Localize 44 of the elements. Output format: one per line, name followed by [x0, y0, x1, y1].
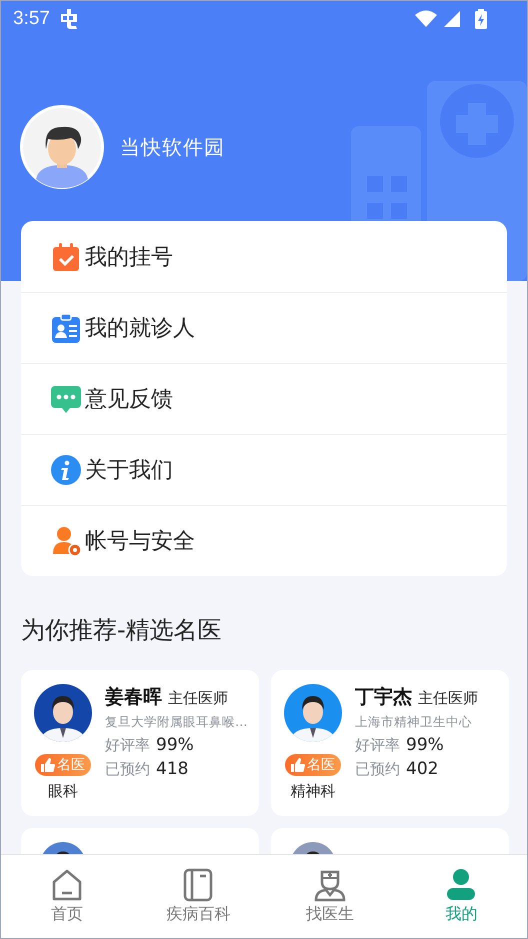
- tab-item[interactable]: 找医生: [264, 855, 396, 938]
- wifi-icon: [415, 10, 437, 28]
- booked-label: 已预约: [105, 760, 150, 779]
- chat-bubble-icon: [51, 384, 81, 414]
- doctor-card[interactable]: 名医 眼科 姜春晖 主任医师 复旦大学附属眼耳鼻喉… 好评率 99% 已预约 418: [21, 670, 259, 816]
- menu-item[interactable]: 我的挂号: [21, 221, 507, 292]
- department-label: 眼科: [48, 782, 78, 801]
- section-title: 为你推荐-精选名医: [21, 615, 223, 646]
- famous-doctor-badge: 名医: [35, 754, 91, 776]
- doctor-name: 丁宇杰: [355, 685, 412, 710]
- hospital-name: 复旦大学附属眼耳鼻喉…: [105, 714, 248, 731]
- rating-value: 99%: [406, 735, 444, 755]
- booked-label: 已预约: [355, 760, 400, 779]
- id-card-icon: [51, 313, 81, 343]
- book-icon: [181, 868, 216, 902]
- booked-count: 402: [406, 759, 438, 779]
- doctor-icon: [312, 868, 347, 902]
- booked-count: 418: [156, 759, 188, 779]
- status-time: 3:57: [13, 8, 50, 30]
- tab-item[interactable]: 疾病百科: [132, 855, 264, 938]
- rating-label: 好评率: [355, 736, 400, 755]
- user-name: 当快软件园: [120, 134, 225, 160]
- rating-value: 99%: [156, 735, 194, 755]
- avatar-icon: [20, 105, 104, 189]
- doctor-card[interactable]: 名医 精神科 丁宇杰 主任医师 上海市精神卫生中心 好评率 99% 已预约 402: [271, 670, 509, 816]
- signal-icon: [443, 10, 461, 28]
- menu-item[interactable]: 关于我们: [21, 434, 507, 505]
- doctor-name: 姜春晖: [105, 685, 162, 710]
- thumbs-up-icon: [41, 758, 55, 772]
- calendar-check-icon: [51, 242, 81, 272]
- famous-doctor-badge: 名医: [285, 754, 341, 776]
- department-label: 精神科: [290, 782, 336, 801]
- rating-label: 好评率: [105, 736, 150, 755]
- menu-item[interactable]: 帐号与安全: [21, 505, 507, 576]
- menu-item[interactable]: 我的就诊人: [21, 292, 507, 363]
- menu-item[interactable]: 意见反馈: [21, 363, 507, 434]
- tab-item[interactable]: 首页: [1, 855, 132, 938]
- battery-icon: [475, 9, 487, 29]
- hospital-name: 上海市精神卫生中心: [355, 714, 473, 731]
- doctor-title: 主任医师: [418, 689, 478, 708]
- user-gear-icon: [51, 526, 81, 556]
- doctor-title: 主任医师: [168, 689, 228, 708]
- thumbs-up-icon: [291, 758, 305, 772]
- info-icon: [51, 455, 81, 485]
